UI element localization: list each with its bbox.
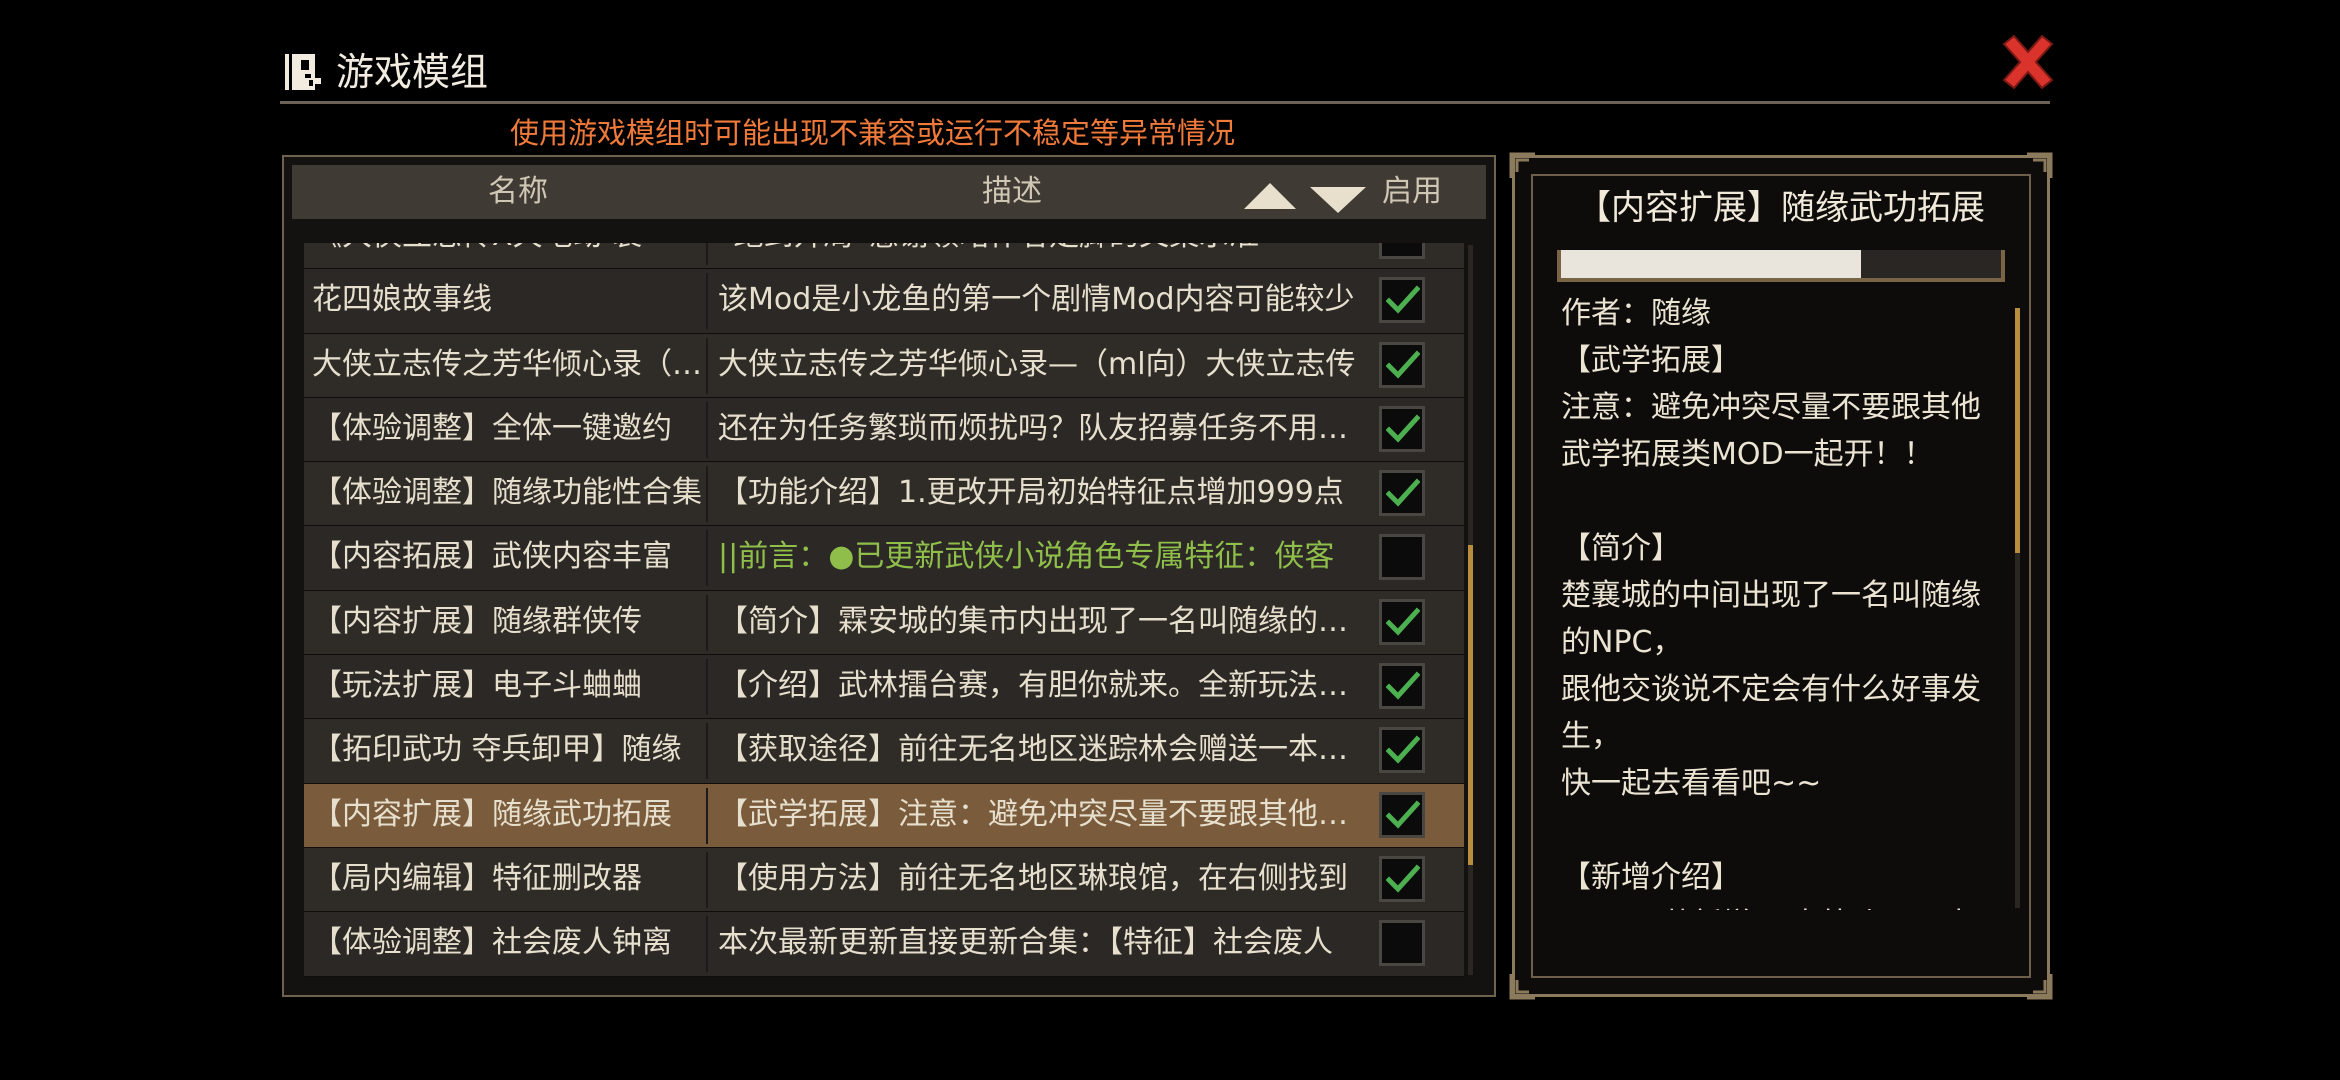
- mod-name: 【内容扩展】随缘武功拓展: [312, 796, 672, 832]
- enable-checkbox[interactable]: [1379, 277, 1425, 324]
- mod-name: 花四娘故事线: [312, 282, 492, 318]
- checkmark-icon: [1386, 478, 1420, 507]
- checkmark-icon: [1386, 350, 1420, 379]
- mod-name: 大侠立志传之芳华倾心录（ml向）: [312, 346, 702, 382]
- detail-scroll-thumb[interactable]: [2015, 308, 2020, 553]
- mod-row[interactable]: 《大侠立志传X天地劫·裳 “跑到开局”感谢领略作者走脚的文案示准: [304, 243, 1464, 270]
- column-separator: [706, 466, 708, 523]
- mod-row[interactable]: 【内容扩展】随缘武功拓展 【武学拓展】注意：避免冲突尽量不要跟其他武学: [304, 783, 1464, 848]
- frame-corner-icon: [2027, 974, 2053, 1000]
- mod-book-icon: [283, 52, 323, 92]
- detail-scrollbar[interactable]: [2015, 308, 2020, 908]
- mod-row[interactable]: 大侠立志传之芳华倾心录（ml向） 大侠立志传之芳华倾心录—（ml向）大侠立志传: [304, 333, 1464, 398]
- list-scroll-thumb[interactable]: [1468, 545, 1473, 865]
- mod-row[interactable]: 【内容扩展】随缘群侠传 【简介】霖安城的集市内出现了一名叫随缘的NPC: [304, 590, 1464, 656]
- enable-checkbox[interactable]: [1379, 663, 1425, 710]
- mod-description: 【获取途径】前往无名地区迷踪林会赠送一本秘籍: [718, 732, 1370, 768]
- mod-description: “跑到开局”感谢领略作者走脚的文案示准: [718, 243, 1370, 267]
- mod-name: 【内容扩展】随缘群侠传: [312, 603, 642, 639]
- mod-preview-image: [1557, 250, 2005, 282]
- detail-description[interactable]: 作者：随缘 【武学拓展】 注意：避免冲突尽量不要跟其他武学拓展类MOD一起开！！…: [1561, 290, 2001, 910]
- enable-checkbox[interactable]: [1379, 920, 1425, 967]
- detail-title: 【内容扩展】随缘武功拓展: [1577, 188, 1985, 228]
- checkmark-icon: [1386, 800, 1420, 829]
- checkmark-icon: [1386, 414, 1420, 443]
- warning-text: 使用游戏模组时可能出现不兼容或运行不稳定等异常情况: [510, 116, 1236, 150]
- mod-name: 《大侠立志传X天地劫·裳: [312, 243, 702, 267]
- column-enabled-header: 启用: [1382, 174, 1442, 209]
- mod-name: 【体验调整】全体一键邀约: [312, 410, 672, 446]
- column-separator: [706, 916, 708, 973]
- checkmark-icon: [1386, 607, 1420, 636]
- frame-corner-icon: [1509, 152, 1535, 178]
- enable-checkbox[interactable]: [1379, 598, 1425, 645]
- title-bar: 游戏模组: [283, 44, 2053, 100]
- mod-description: 还在为任务繁琐而烦扰吗？队友招募任务不用再做: [718, 410, 1370, 446]
- mod-description: 【功能介绍】1.更改开局初始特征点增加999点: [718, 475, 1344, 511]
- mod-row[interactable]: 【体验调整】随缘功能性合集 【功能介绍】1.更改开局初始特征点增加999点: [304, 462, 1464, 527]
- checkmark-icon: [1386, 285, 1420, 314]
- mod-row[interactable]: 【体验调整】全体一键邀约 还在为任务繁琐而烦扰吗？队友招募任务不用再做: [304, 397, 1464, 463]
- list-scrollbar[interactable]: [1468, 245, 1473, 975]
- column-separator: [706, 243, 708, 265]
- sort-up-icon[interactable]: [1244, 183, 1296, 209]
- mod-row[interactable]: 【玩法扩展】电子斗蛐蛐 【介绍】武林擂台赛，有胆你就来。全新玩法等你: [304, 655, 1464, 720]
- column-separator: [706, 659, 708, 716]
- mod-detail-panel: 【内容扩展】随缘武功拓展 作者：随缘 【武学拓展】 注意：避免冲突尽量不要跟其他…: [1509, 152, 2053, 1000]
- mod-description: ||前言：●已更新武侠小说角色专属特征：侠客: [718, 539, 1335, 575]
- enable-checkbox[interactable]: [1379, 341, 1425, 388]
- close-button[interactable]: [1996, 30, 2060, 94]
- close-x-icon: [2002, 34, 2054, 90]
- checkmark-icon: [1386, 671, 1420, 700]
- enable-checkbox[interactable]: [1379, 855, 1425, 902]
- page-title: 游戏模组: [336, 50, 489, 94]
- enable-checkbox[interactable]: [1379, 470, 1425, 517]
- column-separator: [706, 594, 708, 651]
- mod-name: 【局内编辑】特征删改器: [312, 860, 642, 896]
- mod-name: 【拓印武功 夺兵卸甲】随缘: [312, 732, 682, 768]
- mod-description: 本次最新更新直接更新合集：【特征】社会废人: [718, 925, 1333, 961]
- column-desc-header: 描述: [982, 174, 1042, 209]
- mod-row[interactable]: 【拓印武功 夺兵卸甲】随缘 【获取途径】前往无名地区迷踪林会赠送一本秘籍: [304, 719, 1464, 784]
- mod-description: 【武学拓展】注意：避免冲突尽量不要跟其他武学: [718, 796, 1370, 832]
- mod-description: 该Mod是小龙鱼的第一个剧情Mod内容可能较少: [718, 282, 1355, 318]
- sort-down-icon[interactable]: [1310, 187, 1366, 213]
- mod-name: 【内容拓展】武侠内容丰富: [312, 539, 672, 575]
- column-separator: [706, 273, 708, 330]
- mod-row[interactable]: 花四娘故事线 该Mod是小龙鱼的第一个剧情Mod内容可能较少: [304, 269, 1464, 334]
- mod-list-panel: 名称 描述 启用 《大侠立志传X天地劫·裳 “跑到开局”感谢领略作者走脚的文案示准…: [282, 155, 1496, 997]
- frame-corner-icon: [1509, 974, 1535, 1000]
- enable-checkbox[interactable]: [1379, 791, 1425, 838]
- mod-name: 【体验调整】社会废人钟离: [312, 925, 672, 961]
- title-divider: [280, 101, 2050, 104]
- mod-row[interactable]: 【体验调整】社会废人钟离 本次最新更新直接更新合集：【特征】社会废人: [304, 912, 1464, 977]
- mod-description: 【简介】霖安城的集市内出现了一名叫随缘的NPC: [718, 603, 1370, 639]
- checkmark-icon: [1386, 864, 1420, 893]
- mod-row[interactable]: 【内容拓展】武侠内容丰富 ||前言：●已更新武侠小说角色专属特征：侠客: [304, 526, 1464, 591]
- checkmark-icon: [1386, 735, 1420, 765]
- column-separator: [706, 337, 708, 394]
- mod-name: 【体验调整】随缘功能性合集: [312, 475, 702, 511]
- column-separator: [706, 851, 708, 908]
- enable-checkbox[interactable]: [1379, 727, 1425, 774]
- mod-row[interactable]: 【局内编辑】特征删改器 【使用方法】前往无名地区琳琅馆，在右侧找到: [304, 847, 1464, 913]
- mod-name: 【玩法扩展】电子斗蛐蛐: [312, 668, 642, 704]
- enable-checkbox[interactable]: [1379, 534, 1425, 581]
- mod-description: 【介绍】武林擂台赛，有胆你就来。全新玩法等你: [718, 668, 1370, 704]
- enable-checkbox[interactable]: [1379, 243, 1425, 259]
- enable-checkbox[interactable]: [1379, 405, 1425, 452]
- column-separator: [706, 401, 708, 458]
- column-name-header: 名称: [488, 174, 548, 209]
- frame-corner-icon: [2027, 152, 2053, 178]
- column-separator: [706, 530, 708, 587]
- column-separator: [706, 723, 708, 780]
- mod-list[interactable]: 《大侠立志传X天地劫·裳 “跑到开局”感谢领略作者走脚的文案示准花四娘故事线 该Mo…: [304, 243, 1464, 978]
- column-separator: [706, 787, 708, 844]
- mod-description: 【使用方法】前往无名地区琳琅馆，在右侧找到: [718, 860, 1348, 896]
- mod-description: 大侠立志传之芳华倾心录—（ml向）大侠立志传: [718, 346, 1356, 382]
- list-header: 名称 描述 启用: [292, 165, 1486, 219]
